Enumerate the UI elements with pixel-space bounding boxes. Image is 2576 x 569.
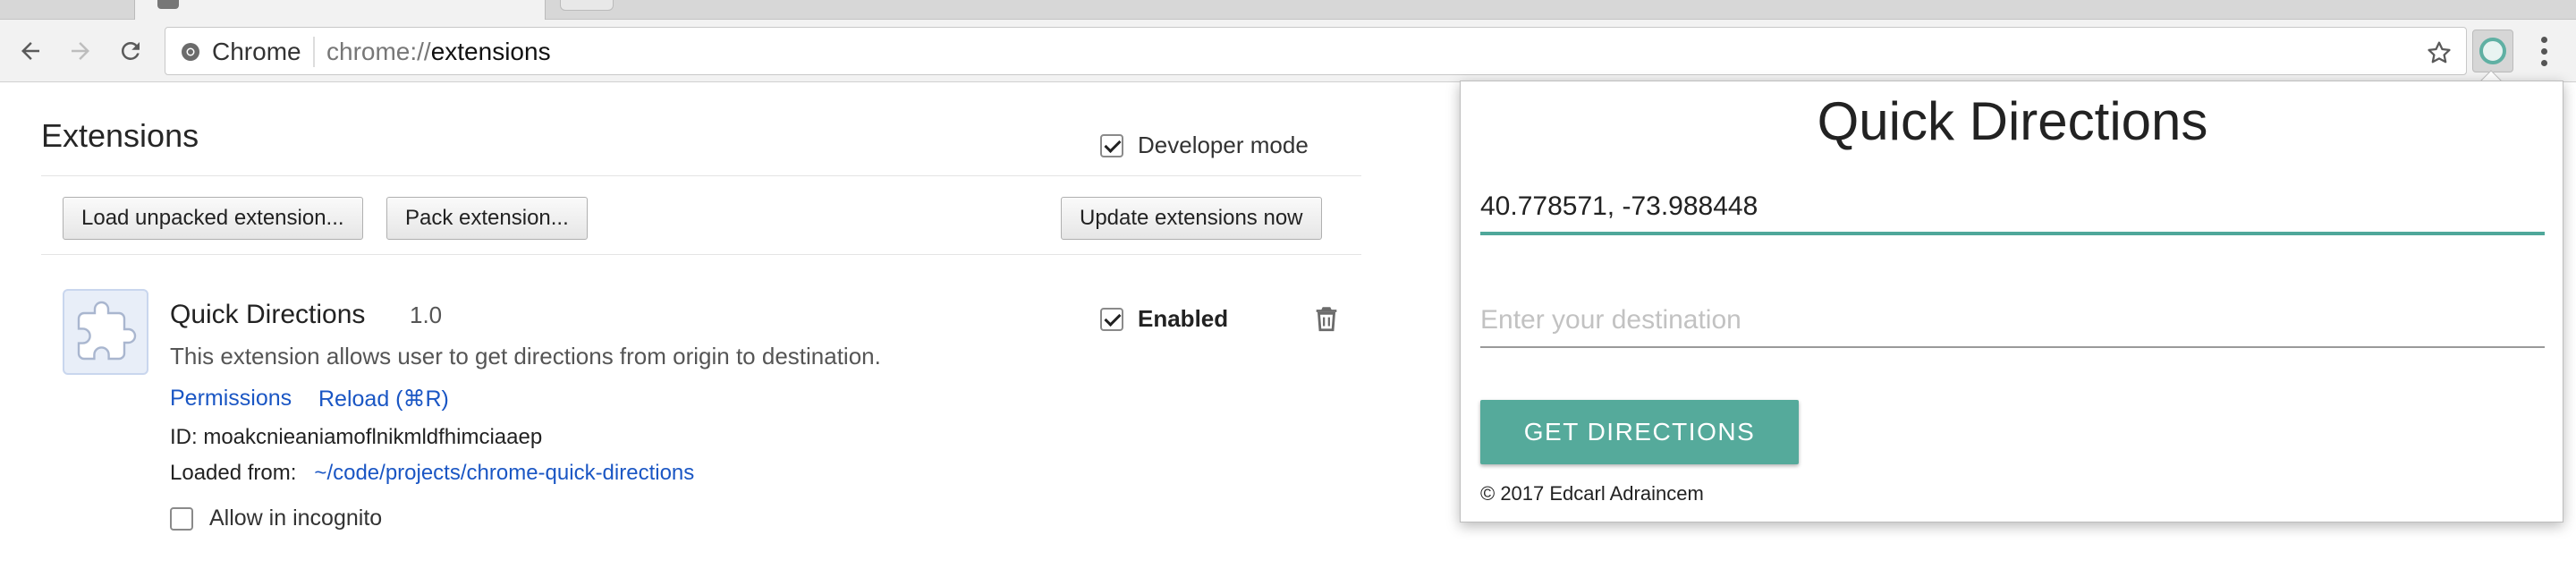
pack-extension-button[interactable]: Pack extension... [386,197,588,240]
loaded-from-row: Loaded from: ~/code/projects/chrome-quick… [170,461,694,486]
quick-directions-extension-icon[interactable] [2472,30,2513,72]
popup-title: Quick Directions [1817,91,2208,151]
extension-item: Quick Directions 1.0 This extension allo… [0,289,1395,569]
enabled-checkbox[interactable] [1100,307,1123,331]
divider [41,254,1361,255]
get-directions-button[interactable]: GET DIRECTIONS [1480,400,1799,464]
omnibox-divider [313,37,315,67]
copyright-footer: © 2017 Edcarl Adraincem [1480,482,1704,505]
url-scheme: chrome:// [326,38,431,65]
forward-button[interactable] [61,31,100,71]
developer-mode-toggle[interactable]: Developer mode [1100,132,1309,159]
extension-name: Quick Directions [170,300,366,329]
permissions-link[interactable]: Permissions [170,386,292,412]
destination-input[interactable] [1480,294,2545,348]
extension-badge-ring [2479,38,2506,64]
origin-chip: Chrome [212,38,301,65]
back-button[interactable] [11,31,50,71]
trash-icon[interactable] [1311,303,1342,334]
forward-arrow-icon [72,42,89,60]
new-tab-button[interactable] [560,0,614,11]
extension-id-row: ID: moakcnieaniamoflnikmldfhimciaaep [170,425,542,450]
extension-id-label: ID: [170,425,198,449]
update-extensions-button[interactable]: Update extensions now [1061,197,1322,240]
divider [41,175,1361,176]
developer-mode-label: Developer mode [1138,132,1309,158]
page-title: Extensions [41,117,199,154]
address-bar[interactable]: Chrome chrome://extensions [165,27,2467,75]
loaded-from-path-link[interactable]: ~/code/projects/chrome-quick-directions [314,461,694,485]
developer-mode-checkbox[interactable] [1100,133,1123,157]
puzzle-piece-icon [63,289,148,375]
extension-description: This extension allows user to get direct… [170,343,881,369]
kebab-menu-icon[interactable] [2524,31,2563,71]
tab-favicon-icon [157,0,179,9]
back-arrow-icon [21,42,39,60]
browser-tab[interactable] [134,0,546,20]
chrome-page-icon [182,43,199,61]
origin-input[interactable] [1480,182,2545,235]
extension-id-value: moakcnieaniamoflnikmldfhimciaaep [203,425,543,449]
extensions-page: Extensions Developer mode Load unpacked … [0,83,1395,569]
enabled-toggle[interactable]: Enabled [1100,305,1228,333]
reload-icon [121,41,140,60]
star-icon[interactable] [2425,38,2453,67]
url-path: extensions [430,38,551,65]
browser-toolbar: Chrome chrome://extensions [0,20,2576,82]
tab-strip [0,0,2576,20]
load-unpacked-button[interactable]: Load unpacked extension... [63,197,363,240]
quick-directions-popup: Quick Directions GET DIRECTIONS © 2017 E… [1460,81,2563,522]
allow-incognito-toggle[interactable]: Allow in incognito [170,505,382,531]
reload-link[interactable]: Reload (⌘R) [318,386,449,412]
allow-incognito-label: Allow in incognito [209,505,383,531]
reload-button[interactable] [111,31,150,71]
loaded-from-label: Loaded from: [170,461,297,485]
url-text[interactable]: chrome://extensions [326,38,551,65]
enabled-label: Enabled [1138,305,1229,332]
allow-incognito-checkbox[interactable] [170,506,193,531]
extension-version: 1.0 [410,301,443,328]
